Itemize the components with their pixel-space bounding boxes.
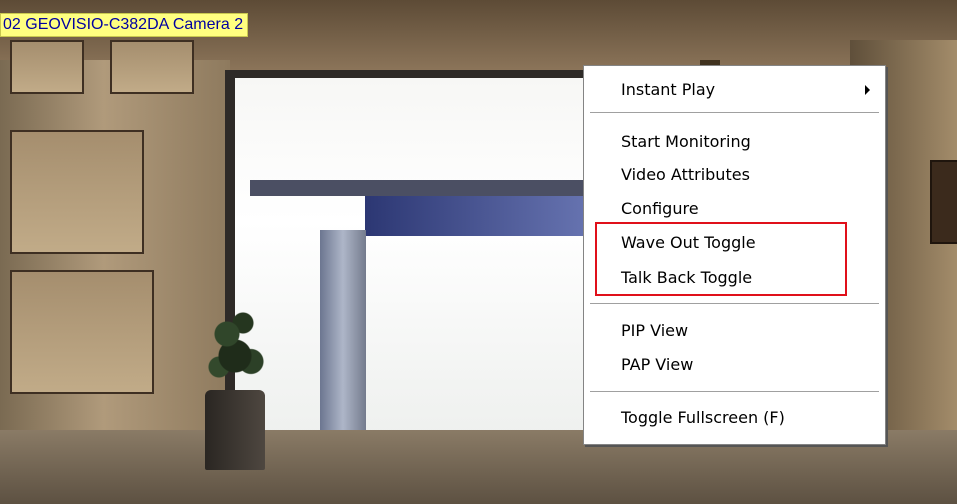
menu-item-talk-back-toggle[interactable]: Talk Back Toggle [584, 264, 885, 292]
video-blue-beam [365, 196, 605, 236]
menu-item-label: Start Monitoring [621, 132, 751, 151]
video-wall-panel [10, 130, 144, 254]
video-bright-window [225, 70, 635, 438]
menu-item-label: PIP View [621, 321, 689, 340]
menu-item-label: PAP View [621, 355, 694, 374]
video-right-window [930, 160, 957, 244]
video-window-frame [250, 180, 610, 196]
video-plant-pot [205, 390, 265, 470]
menu-item-label: Toggle Fullscreen (F) [621, 408, 785, 427]
menu-item-configure[interactable]: Configure [584, 195, 885, 223]
video-wall-panel [10, 270, 154, 394]
menu-separator [590, 391, 879, 392]
context-menu: Instant Play Start Monitoring Video Attr… [583, 65, 886, 445]
menu-separator [590, 112, 879, 113]
menu-item-pap-view[interactable]: PAP View [584, 351, 885, 379]
menu-item-wave-out-toggle[interactable]: Wave Out Toggle [584, 229, 885, 257]
menu-item-label: Configure [621, 199, 699, 218]
menu-item-video-attributes[interactable]: Video Attributes [584, 161, 885, 189]
video-wall-panel [110, 40, 194, 94]
menu-item-label: Wave Out Toggle [621, 233, 756, 252]
menu-separator [590, 303, 879, 304]
video-wall-panel [10, 40, 84, 94]
camera-viewer: 02 GEOVISIO-C382DA Camera 2 Instant Play… [0, 0, 957, 504]
menu-item-instant-play[interactable]: Instant Play [584, 76, 885, 104]
menu-item-toggle-fullscreen[interactable]: Toggle Fullscreen (F) [584, 404, 885, 432]
menu-item-start-monitoring[interactable]: Start Monitoring [584, 128, 885, 156]
menu-item-pip-view[interactable]: PIP View [584, 317, 885, 345]
chevron-right-icon [865, 85, 870, 95]
menu-item-label: Video Attributes [621, 165, 750, 184]
menu-item-label: Talk Back Toggle [621, 268, 753, 287]
video-plant [195, 290, 275, 400]
camera-title-label: 02 GEOVISIO-C382DA Camera 2 [0, 13, 249, 37]
menu-item-label: Instant Play [621, 80, 716, 99]
